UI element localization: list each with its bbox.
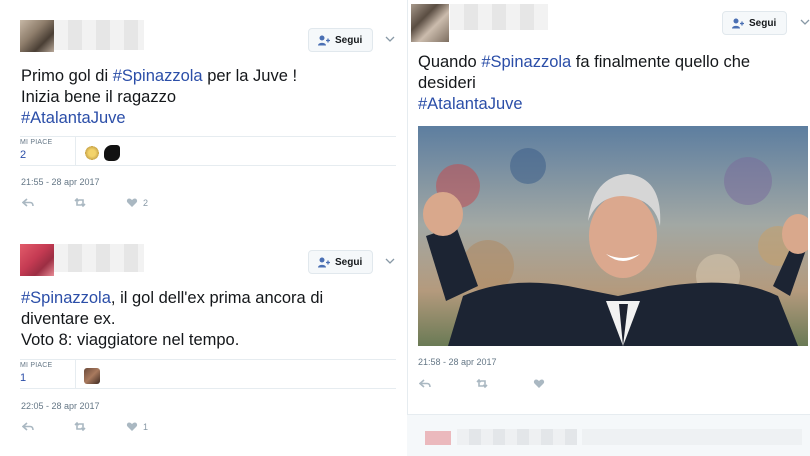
retweet-button[interactable]	[476, 378, 488, 389]
avatar	[425, 431, 451, 445]
tweet-text-line-2: desideri	[418, 74, 476, 92]
retweet-icon	[74, 421, 86, 432]
user-name-blurred	[457, 429, 577, 445]
tweet-card-3: Segui Quando #Spinazzola fa finalmente q…	[407, 0, 810, 414]
tweet-actions: 1	[22, 421, 148, 432]
reply-input-blurred	[582, 429, 802, 445]
hashtag-link[interactable]: #AtalantaJuve	[418, 94, 810, 115]
tweet-text: Primo gol di #Spinazzola per la Juve ! I…	[21, 66, 396, 129]
likes-label: MI PIACE	[20, 139, 53, 146]
tweet-text-line-1: #Spinazzola, il gol dell'ex prima ancora…	[21, 289, 324, 307]
like-button[interactable]: 1	[126, 421, 148, 432]
user-name-blurred[interactable]	[54, 244, 144, 272]
follow-button[interactable]: Segui	[308, 28, 374, 52]
add-user-icon	[318, 257, 330, 267]
heart-icon	[533, 379, 545, 388]
tweet-timestamp[interactable]: 22:05 - 28 apr 2017	[21, 401, 100, 411]
likes-label: MI PIACE	[20, 362, 53, 369]
like-button[interactable]: 2	[126, 197, 148, 208]
liker-avatar[interactable]	[104, 145, 120, 161]
tweet-timestamp[interactable]: 21:58 - 28 apr 2017	[418, 357, 497, 367]
tweet-actions	[419, 378, 545, 389]
like-count: 1	[143, 421, 149, 432]
chevron-down-icon[interactable]	[385, 257, 395, 265]
hashtag-link[interactable]: #Spinazzola	[113, 67, 203, 85]
like-button[interactable]	[533, 378, 545, 389]
likes-count: 1	[20, 372, 27, 384]
hashtag-link[interactable]: #Spinazzola	[21, 289, 111, 307]
retweet-icon	[74, 197, 86, 208]
avatar[interactable]	[411, 4, 449, 42]
reply-icon	[22, 198, 34, 207]
chevron-down-icon[interactable]	[385, 35, 395, 43]
likes-summary: MI PIACE 1	[20, 359, 396, 389]
avatar[interactable]	[20, 244, 54, 276]
tweet-text-line-1: Primo gol di #Spinazzola per la Juve !	[21, 67, 298, 85]
reply-icon	[22, 422, 34, 431]
add-user-icon	[318, 35, 330, 45]
chevron-down-icon[interactable]	[800, 18, 810, 26]
avatar[interactable]	[20, 20, 54, 52]
add-user-icon	[732, 18, 744, 28]
follow-label: Segui	[335, 34, 363, 46]
coach-celebrating-image	[418, 126, 808, 346]
retweet-button[interactable]	[74, 197, 86, 208]
tweet-text: Quando #Spinazzola fa finalmente quello …	[418, 52, 810, 115]
heart-icon	[126, 422, 138, 431]
tweet-text-line-2: diventare ex.	[21, 310, 116, 328]
follow-label: Segui	[749, 17, 777, 29]
likes-count: 2	[20, 149, 27, 161]
tweet-text-line-1: Quando #Spinazzola fa finalmente quello …	[418, 53, 751, 71]
tweet-text-line-2: Inizia bene il ragazzo	[21, 88, 177, 106]
user-name-blurred[interactable]	[54, 20, 144, 50]
tweet-card-2: Segui #Spinazzola, il gol dell'ex prima …	[0, 232, 400, 456]
reply-button[interactable]	[419, 378, 431, 389]
tweet-text-line-3: Voto 8: viaggiatore nel tempo.	[21, 331, 240, 349]
likes-summary: MI PIACE 2	[20, 136, 396, 166]
retweet-icon	[476, 378, 488, 389]
liker-avatar[interactable]	[84, 145, 100, 161]
follow-button[interactable]: Segui	[308, 250, 374, 274]
reply-icon	[419, 379, 431, 388]
follow-button[interactable]: Segui	[722, 11, 788, 35]
liker-avatar[interactable]	[84, 368, 100, 384]
retweet-button[interactable]	[74, 421, 86, 432]
hashtag-link[interactable]: #Spinazzola	[481, 53, 571, 71]
follow-label: Segui	[335, 256, 363, 268]
user-name-blurred[interactable]	[450, 4, 548, 30]
tweet-timestamp[interactable]: 21:55 - 28 apr 2017	[21, 177, 100, 187]
tweet-actions: 2	[22, 197, 148, 208]
likes-count-block[interactable]: MI PIACE 2	[20, 137, 76, 165]
tweet-text: #Spinazzola, il gol dell'ex prima ancora…	[21, 288, 396, 351]
hashtag-link[interactable]: #AtalantaJuve	[21, 108, 396, 129]
tweet-photo[interactable]	[418, 126, 808, 346]
reply-button[interactable]	[22, 421, 34, 432]
tweet-card-1: Segui Primo gol di #Spinazzola per la Ju…	[0, 0, 400, 230]
like-count: 2	[143, 197, 149, 208]
reply-bar-blurred[interactable]	[407, 414, 810, 456]
reply-button[interactable]	[22, 197, 34, 208]
heart-icon	[126, 198, 138, 207]
likes-count-block[interactable]: MI PIACE 1	[20, 360, 76, 388]
